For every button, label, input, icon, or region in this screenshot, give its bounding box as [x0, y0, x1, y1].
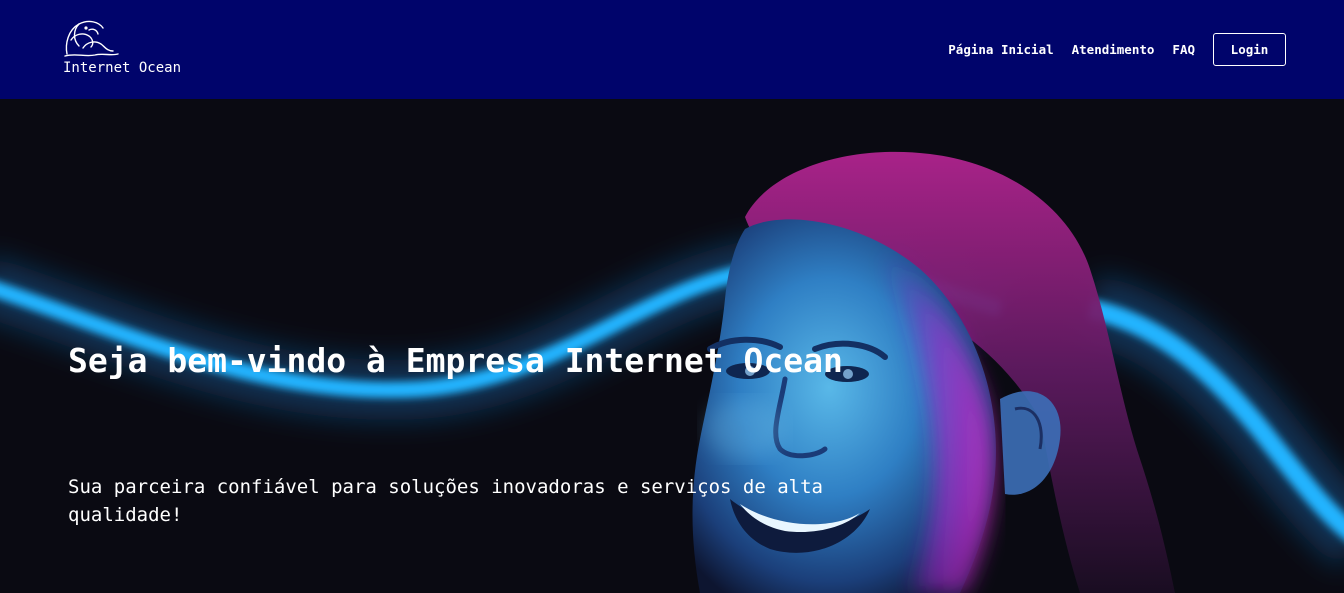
nav-link-faq[interactable]: FAQ — [1172, 42, 1195, 57]
brand-logo-link[interactable]: Internet Ocean — [63, 18, 203, 82]
hero-section: Seja bem-vindo à Empresa Internet Ocean … — [0, 99, 1344, 593]
login-button[interactable]: Login — [1213, 33, 1286, 66]
brand-name: Internet Ocean — [63, 60, 182, 76]
top-navbar: Internet Ocean Página Inicial Atendiment… — [0, 0, 1344, 99]
hero-subtitle: Sua parceira confiável para soluções ino… — [68, 476, 823, 526]
nav-link-support[interactable]: Atendimento — [1072, 42, 1155, 57]
nav-link-home[interactable]: Página Inicial — [948, 42, 1053, 57]
hero-title: Seja bem-vindo à Empresa Internet Ocean — [68, 341, 843, 380]
wave-icon — [64, 20, 119, 57]
main-nav: Página Inicial Atendimento FAQ Login — [948, 32, 1286, 67]
